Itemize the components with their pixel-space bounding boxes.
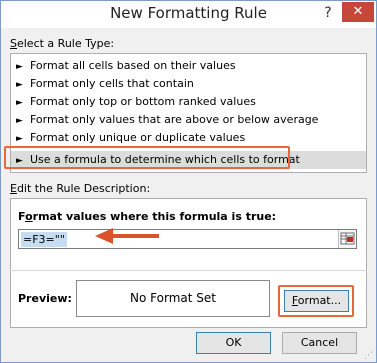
rule-type-item[interactable]: ► Format only top or bottom ranked values: [11, 93, 366, 111]
new-formatting-rule-dialog: New Formatting Rule ? ✕ Select a Rule Ty…: [0, 0, 377, 363]
arrow-right-icon: ►: [16, 116, 23, 126]
red-arrow-icon: [95, 228, 159, 244]
arrow-right-icon: ►: [16, 62, 23, 72]
resize-grip-icon[interactable]: ⋰: [364, 351, 375, 362]
close-button[interactable]: ✕: [342, 2, 374, 22]
rule-type-heading: Select a Rule Type:: [10, 37, 115, 50]
preview-divider: [10, 270, 367, 271]
preview-label: Preview:: [18, 292, 72, 305]
arrow-right-icon: ►: [16, 80, 23, 90]
collapse-dialog-icon[interactable]: [338, 230, 356, 248]
rule-type-item[interactable]: ► Format only cells that contain: [11, 75, 366, 93]
format-button[interactable]: Format...: [284, 290, 349, 312]
formula-input[interactable]: =F3="": [18, 229, 357, 249]
preview-box: No Format Set: [76, 280, 270, 317]
rule-type-item[interactable]: ► Format all cells based on their values: [11, 57, 366, 75]
ok-button[interactable]: OK: [196, 332, 271, 354]
selected-rule-highlight: [4, 146, 290, 169]
formula-value: =F3="": [21, 232, 67, 247]
arrow-right-icon: ►: [16, 98, 23, 108]
rule-type-item[interactable]: ► Format only unique or duplicate values: [11, 129, 366, 147]
cancel-button[interactable]: Cancel: [282, 332, 357, 354]
title-bar: New Formatting Rule ? ✕: [1, 1, 376, 28]
rule-type-item[interactable]: ► Format only values that are above or be…: [11, 111, 366, 129]
help-button[interactable]: ?: [317, 2, 339, 24]
formula-label: Format values where this formula is true…: [18, 210, 277, 223]
rule-description-heading: Edit the Rule Description:: [10, 182, 151, 195]
